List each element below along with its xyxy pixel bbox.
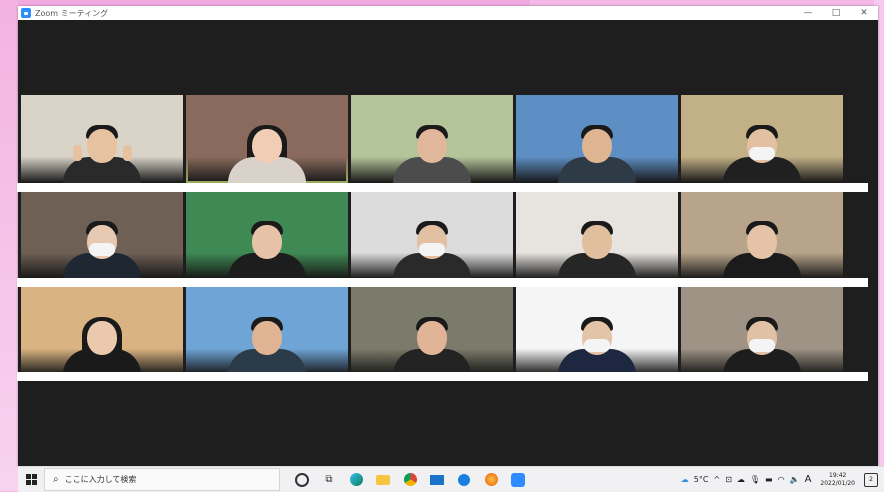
participant-head (252, 225, 282, 259)
participant-head (87, 129, 117, 163)
participant-figure (387, 113, 477, 183)
network-icon[interactable]: ⊡ (725, 475, 732, 484)
pinned-apps: ⧉ (294, 472, 526, 488)
face-mask (89, 243, 115, 256)
participant-figure (717, 209, 807, 279)
mail-icon[interactable] (429, 472, 445, 488)
start-button[interactable] (18, 474, 44, 485)
participant-figure (552, 209, 642, 279)
white-overlay-bar (17, 372, 868, 381)
taskbar-search-box[interactable]: ⌕ ここに入力して検索 (44, 468, 280, 491)
system-tray: ☁ 5°C ^ ⊡ ☁ 🎙 ▬ ◠ 🔈 A 19:42 2022/01/20 2 (681, 472, 884, 488)
windows-taskbar: ⌕ ここに入力して検索 ⧉ ☁ 5°C ^ ⊡ ☁ 🎙 ▬ ◠ 🔈 A 19:4… (18, 466, 884, 492)
participant-video-tile[interactable] (21, 191, 183, 279)
participant-figure (717, 305, 807, 375)
participant-video-tile[interactable] (681, 287, 843, 375)
participant-video-tile[interactable] (351, 95, 513, 183)
microphone-icon[interactable]: 🎙 (750, 475, 760, 484)
participant-figure (222, 113, 312, 183)
clock[interactable]: 19:42 2022/01/20 (820, 472, 855, 488)
app-icon[interactable] (456, 472, 472, 488)
decorative-pink-edge (0, 0, 18, 491)
participant-figure (552, 113, 642, 183)
windows-logo-icon (25, 474, 37, 485)
participant-video-tile[interactable] (351, 287, 513, 375)
participant-video-tile[interactable] (21, 287, 183, 375)
volume-icon[interactable]: 🔈 (790, 475, 800, 484)
participant-head (417, 321, 447, 355)
white-overlay-bar (17, 278, 868, 287)
participant-video-tile[interactable] (186, 191, 348, 279)
participant-head (747, 225, 777, 259)
notification-icon[interactable]: 2 (864, 472, 878, 487)
face-mask (749, 339, 775, 352)
peace-sign-hand (123, 145, 132, 161)
participant-video-tile[interactable] (21, 95, 183, 183)
chrome-icon[interactable] (402, 472, 418, 488)
participant-head (252, 129, 282, 163)
participant-head (582, 225, 612, 259)
face-mask (584, 339, 610, 352)
clock-time: 19:42 (829, 471, 847, 479)
participant-figure (57, 209, 147, 279)
participant-video-tile[interactable] (516, 95, 678, 183)
minimize-button[interactable]: — (794, 8, 822, 18)
participant-figure (717, 113, 807, 183)
white-overlay-bar (17, 183, 868, 192)
search-placeholder: ここに入力して検索 (64, 475, 137, 484)
participant-video-tile[interactable] (186, 95, 348, 183)
participant-head (582, 129, 612, 163)
participant-video-tile[interactable] (516, 287, 678, 375)
weather-temp[interactable]: 5°C (694, 475, 709, 484)
battery-icon[interactable]: ▬ (765, 475, 773, 484)
participant-head (252, 321, 282, 355)
title-bar[interactable]: Zoom ミーティング — □ ✕ (18, 6, 878, 20)
participant-figure (387, 209, 477, 279)
cortana-icon[interactable] (294, 472, 310, 488)
participant-figure (222, 209, 312, 279)
zoom-app-icon (21, 8, 31, 18)
participant-video-tile[interactable] (681, 95, 843, 183)
search-icon: ⌕ (53, 474, 59, 485)
chevron-up-icon[interactable]: ^ (713, 475, 720, 484)
participant-figure (222, 305, 312, 375)
task-view-icon[interactable]: ⧉ (321, 472, 337, 488)
file-explorer-icon[interactable] (375, 472, 391, 488)
edge-icon[interactable] (348, 472, 364, 488)
gallery-view-grid (21, 95, 844, 375)
participant-figure (552, 305, 642, 375)
weather-icon[interactable]: ☁ (681, 475, 689, 484)
participant-video-tile[interactable] (681, 191, 843, 279)
clock-date: 2022/01/20 (820, 479, 855, 487)
ime-indicator[interactable]: A (805, 474, 812, 485)
participant-video-tile[interactable] (351, 191, 513, 279)
face-mask (749, 147, 775, 160)
close-button[interactable]: ✕ (850, 8, 878, 18)
participant-video-tile[interactable] (516, 191, 678, 279)
maximize-button[interactable]: □ (822, 8, 850, 18)
participant-figure (57, 305, 147, 375)
face-mask (419, 243, 445, 256)
participant-head (417, 129, 447, 163)
participant-figure (387, 305, 477, 375)
window-title: Zoom ミーティング (35, 8, 109, 18)
participant-video-tile[interactable] (186, 287, 348, 375)
zoom-icon[interactable] (510, 472, 526, 488)
cloud-icon[interactable]: ☁ (737, 475, 745, 484)
notification-count: 2 (869, 475, 873, 483)
peace-sign-hand (73, 145, 82, 161)
wifi-icon[interactable]: ◠ (778, 475, 785, 484)
participant-figure (57, 113, 147, 183)
participant-head (87, 321, 117, 355)
firefox-icon[interactable] (483, 472, 499, 488)
